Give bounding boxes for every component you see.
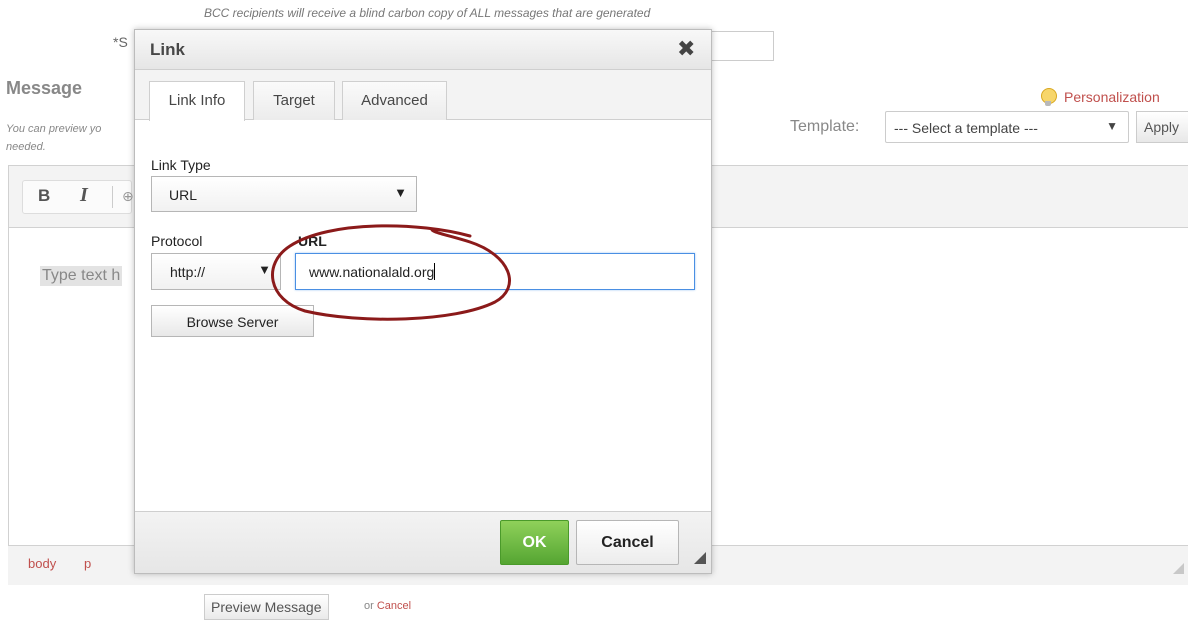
dialog-title-bar[interactable] (135, 30, 711, 70)
message-description-line-2: needed. (6, 141, 46, 153)
url-input[interactable]: www.nationalald.org (295, 253, 695, 290)
element-path-p[interactable]: p (84, 556, 91, 571)
preview-message-button[interactable]: Preview Message (204, 594, 329, 620)
or-text: or (364, 600, 374, 612)
personalization-label: Personalization (1064, 89, 1160, 105)
cancel-link[interactable]: Cancel (377, 600, 411, 612)
link-type-value: URL (169, 187, 198, 203)
cancel-button[interactable]: Cancel (576, 520, 679, 565)
italic-button[interactable]: I (80, 184, 88, 207)
editor-placeholder-text: Type text h (40, 266, 123, 286)
text-caret (434, 263, 436, 280)
protocol-select[interactable]: http:// ▼ (151, 253, 281, 290)
or-cancel: or Cancel (364, 600, 411, 612)
template-select[interactable]: --- Select a template --- ▼ (885, 111, 1129, 143)
protocol-value: http:// (170, 264, 206, 280)
chevron-down-icon: ▼ (394, 185, 407, 200)
tab-advanced[interactable]: Advanced (342, 81, 447, 120)
chevron-down-icon: ▼ (258, 262, 271, 277)
bcc-note: BCC recipients will receive a blind carb… (204, 6, 651, 20)
protocol-label: Protocol (151, 233, 203, 249)
tab-link-info[interactable]: Link Info (149, 81, 245, 121)
lightbulb-icon (1040, 87, 1057, 107)
template-label: Template: (790, 118, 860, 135)
template-select-value: --- Select a template --- (894, 120, 1038, 136)
browse-server-button[interactable]: Browse Server (151, 305, 314, 337)
link-icon[interactable]: ⊕ (122, 188, 134, 205)
url-input-value: www.nationalald.org (309, 264, 435, 280)
message-heading: Message (6, 78, 83, 98)
toolbar-separator (112, 186, 113, 208)
close-icon[interactable]: ✖ (677, 36, 695, 62)
bold-button[interactable]: B (38, 186, 50, 206)
chevron-down-icon: ▼ (1106, 119, 1118, 133)
subject-label: *S (113, 34, 128, 50)
message-description: You can preview yo needed. (6, 120, 101, 156)
tab-target[interactable]: Target (253, 81, 335, 120)
ok-button[interactable]: OK (500, 520, 569, 565)
personalization-link[interactable]: Personalization (1040, 87, 1160, 107)
link-type-label: Link Type (151, 157, 211, 173)
dialog-title: Link (150, 40, 185, 59)
element-path-body[interactable]: body (28, 556, 56, 571)
message-description-line-1: You can preview yo (6, 123, 102, 135)
url-label: URL (298, 233, 327, 249)
editor-resize-grip-icon[interactable] (1170, 560, 1186, 576)
apply-button[interactable]: Apply (1136, 111, 1188, 143)
dialog-resize-grip-icon[interactable] (690, 548, 706, 564)
link-type-select[interactable]: URL ▼ (151, 176, 417, 212)
